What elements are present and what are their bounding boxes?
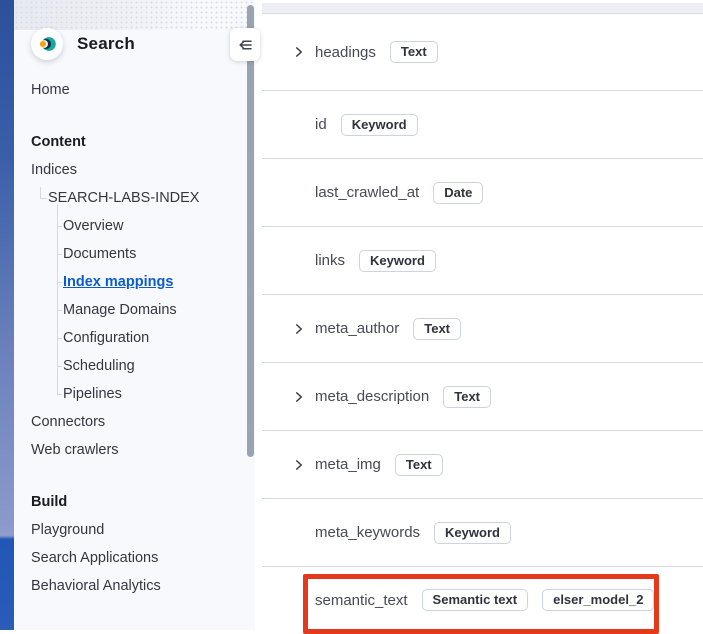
- sidebar-item-indices[interactable]: Indices: [14, 156, 255, 184]
- type-badge-keyword: Keyword: [359, 250, 436, 272]
- sidebar-item-connectors[interactable]: Connectors: [14, 408, 255, 436]
- field-name: meta_description: [315, 388, 429, 405]
- sidebar: Search Home Content Indices SEARCH-LABS-IND…: [14, 0, 255, 630]
- sidebar-item-label: Web crawlers: [31, 442, 119, 458]
- sidebar-section-content: Content: [14, 128, 255, 156]
- type-badge-text: Text: [395, 454, 443, 476]
- sidebar-item-search-applications[interactable]: Search Applications: [14, 544, 255, 572]
- chevron-right-icon[interactable]: [293, 46, 305, 58]
- previous-row-edge: [262, 3, 703, 14]
- mapping-row-meta-author: meta_author Text: [262, 295, 703, 363]
- type-badge-keyword: Keyword: [434, 522, 511, 544]
- mapping-row-id: id Keyword: [262, 91, 703, 159]
- sidebar-item-search-labs-index[interactable]: SEARCH-LABS-INDEX: [14, 184, 255, 212]
- mapping-row-meta-description: meta_description Text: [262, 363, 703, 431]
- chevron-right-icon[interactable]: [293, 459, 305, 471]
- sidebar-item-label: Playground: [31, 522, 104, 538]
- field-badges: Keyword: [345, 250, 436, 272]
- sidebar-item-label: Configuration: [63, 330, 149, 346]
- field-badges: Keyword: [420, 522, 511, 544]
- sidebar-item-label: Manage Domains: [63, 302, 177, 318]
- collapse-sidebar-button[interactable]: [230, 28, 260, 61]
- collapse-menu-left-icon: [237, 37, 253, 53]
- field-badges: Date: [419, 182, 483, 204]
- sidebar-item-configuration[interactable]: Configuration: [14, 324, 255, 352]
- sidebar-item-label: Behavioral Analytics: [31, 578, 161, 594]
- sidebar-item-label: Index mappings: [63, 274, 173, 290]
- sidebar-item-label: Scheduling: [63, 358, 135, 374]
- field-name: links: [315, 252, 345, 269]
- sidebar-item-label: Search Applications: [31, 550, 158, 566]
- sidebar-item-label: SEARCH-LABS-INDEX: [48, 190, 199, 206]
- chevron-right-icon[interactable]: [293, 391, 305, 403]
- type-badge-semantic-text: Semantic text: [422, 589, 529, 611]
- field-name: id: [315, 116, 327, 133]
- field-name: last_crawled_at: [315, 184, 419, 201]
- field-badges: Text: [381, 454, 443, 476]
- field-badges: Text: [429, 386, 491, 408]
- type-badge-date: Date: [433, 182, 483, 204]
- type-badge-text: Text: [413, 318, 461, 340]
- sidebar-item-manage-domains[interactable]: Manage Domains: [14, 296, 255, 324]
- sidebar-nav: Home Content Indices SEARCH-LABS-INDEX Overv…: [14, 60, 255, 600]
- sidebar-item-behavioral-analytics[interactable]: Behavioral Analytics: [14, 572, 255, 600]
- field-name: semantic_text: [315, 592, 408, 609]
- type-badge-elser-model-2: elser_model_2: [542, 589, 654, 611]
- mapping-row-links: links Keyword: [262, 227, 703, 295]
- mapping-row-last-crawled-at: last_crawled_at Date: [262, 159, 703, 227]
- field-name: meta_author: [315, 320, 399, 337]
- app-title: Search: [77, 34, 135, 54]
- sidebar-item-pipelines[interactable]: Pipelines: [14, 380, 255, 408]
- mapping-row-meta-img: meta_img Text: [262, 431, 703, 499]
- sidebar-item-label: Content: [31, 134, 86, 150]
- type-badge-keyword: Keyword: [341, 114, 418, 136]
- sidebar-item-scheduling[interactable]: Scheduling: [14, 352, 255, 380]
- sidebar-item-label: Home: [31, 82, 70, 98]
- field-badges: Text: [399, 318, 461, 340]
- app-header: Search: [14, 0, 255, 60]
- field-badges: Keyword: [327, 114, 418, 136]
- field-name: headings: [315, 44, 376, 61]
- mapping-row-headings: headings Text: [262, 14, 703, 91]
- mappings-field-list: headings Text id Keyword last_crawled_at…: [262, 14, 703, 633]
- field-name: meta_keywords: [315, 524, 420, 541]
- mapping-row-semantic-text: semantic_text Semantic text elser_model_2: [262, 567, 703, 633]
- field-name: meta_img: [315, 456, 381, 473]
- field-badges: Semantic text elser_model_2: [408, 589, 655, 611]
- sidebar-index-subnav: Overview Documents Index mappings Manage Do…: [14, 212, 255, 408]
- sidebar-item-label: Connectors: [31, 414, 105, 430]
- enterprise-search-logo-icon: [31, 28, 63, 60]
- sidebar-item-web-crawlers[interactable]: Web crawlers: [14, 436, 255, 464]
- sidebar-item-label: Pipelines: [63, 386, 122, 402]
- sidebar-item-overview[interactable]: Overview: [14, 212, 255, 240]
- sidebar-item-home[interactable]: Home: [14, 76, 255, 104]
- sidebar-item-playground[interactable]: Playground: [14, 516, 255, 544]
- sidebar-item-label: Indices: [31, 162, 77, 178]
- type-badge-text: Text: [390, 41, 438, 63]
- sidebar-item-label: Documents: [63, 246, 136, 262]
- background-window-edge: [0, 0, 14, 630]
- mapping-row-meta-keywords: meta_keywords Keyword: [262, 499, 703, 567]
- type-badge-text: Text: [443, 386, 491, 408]
- sidebar-item-label: Build: [31, 494, 67, 510]
- sidebar-scrollbar[interactable]: [247, 5, 254, 457]
- sidebar-item-index-mappings[interactable]: Index mappings: [14, 268, 255, 296]
- sidebar-item-label: Overview: [63, 218, 123, 234]
- sidebar-item-documents[interactable]: Documents: [14, 240, 255, 268]
- field-badges: Text: [376, 41, 438, 63]
- chevron-right-icon[interactable]: [293, 323, 305, 335]
- index-mappings-panel: headings Text id Keyword last_crawled_at…: [262, 0, 703, 630]
- sidebar-section-build: Build: [14, 488, 255, 516]
